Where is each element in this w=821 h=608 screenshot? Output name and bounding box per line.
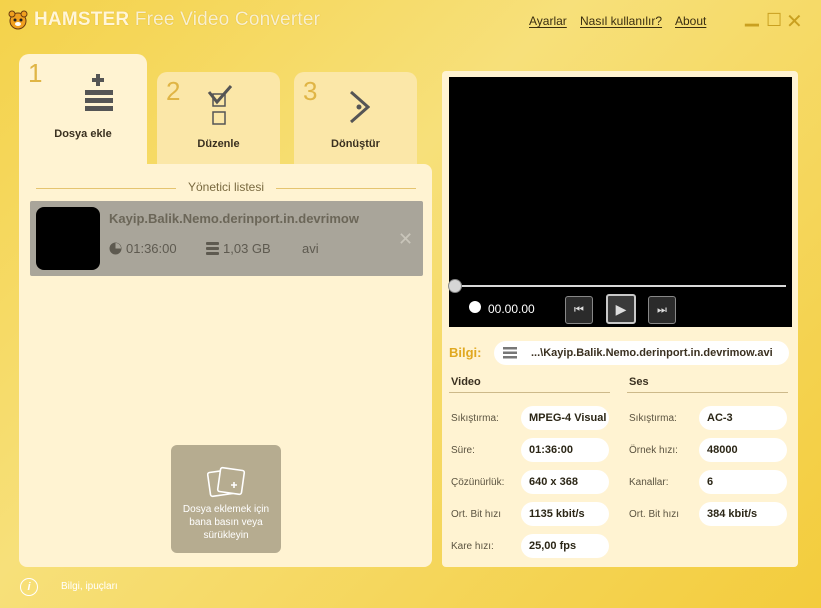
step-number: 2 (166, 76, 181, 106)
clock-icon (109, 242, 122, 255)
file-name: Kayip.Balik.Nemo.derinport.in.devrimow (109, 211, 359, 226)
about-link[interactable]: About (675, 14, 706, 28)
video-duration-field: 01:36:00 (521, 438, 609, 462)
divider (449, 392, 610, 393)
audio-samplerate-field: 48000 (699, 438, 787, 462)
video-compression-label: Sıkıştırma: (451, 413, 499, 424)
video-resolution-field: 640 x 368 (521, 470, 609, 494)
minimize-button[interactable]: ▁ (745, 6, 759, 27)
tab-label: Dosya ekle (54, 128, 112, 140)
playback-time: 00.00.00 (488, 302, 535, 316)
close-icon: ✕ (786, 11, 803, 33)
skip-back-icon: ⏮ (574, 304, 584, 316)
video-framerate-label: Kare hızı: (451, 541, 494, 552)
previous-button[interactable]: ⏮ (565, 296, 593, 324)
maximize-button[interactable]: ☐ (766, 10, 782, 31)
maximize-icon: ☐ (766, 10, 783, 30)
video-section-title: Video (451, 376, 481, 388)
divider (276, 188, 416, 189)
manager-list-title: Yönetici listesi (187, 180, 265, 194)
drop-zone-text: Dosya eklemek için bana basın veya sürük… (182, 504, 270, 541)
play-button[interactable]: ▶ (606, 294, 636, 324)
checkbox-icon (207, 85, 233, 125)
divider (627, 392, 788, 393)
video-duration-label: Süre: (451, 445, 475, 456)
add-files-icon (207, 466, 246, 498)
video-resolution-label: Çözünürlük: (451, 477, 505, 488)
close-icon: ✕ (398, 229, 414, 249)
database-icon (206, 242, 219, 255)
step-number: 3 (303, 76, 318, 106)
video-bitrate-field: 1135 kbit/s (521, 502, 609, 526)
audio-channels-field: 6 (699, 470, 787, 494)
how-to-link[interactable]: Nasıl kullanılır? (580, 14, 662, 28)
step-number: 1 (28, 58, 43, 88)
manager-list-header: Yönetici listesi (30, 180, 422, 196)
app-title: HAMSTER Free Video Converter (34, 9, 321, 30)
audio-bitrate-label: Ort. Bit hızı (629, 509, 680, 520)
video-compression-field: MPEG-4 Visual (521, 406, 609, 430)
file-path-field: ...\Kayip.Balik.Nemo.derinport.in.devrim… (494, 341, 789, 365)
minimize-icon: ▁ (745, 6, 759, 26)
tab-edit[interactable]: 2 Düzenle (157, 72, 280, 164)
audio-compression-field: AC-3 (699, 406, 787, 430)
convert-arrow-icon (350, 90, 370, 124)
audio-samplerate-label: Örnek hızı: (629, 445, 678, 456)
tab-label: Düzenle (197, 138, 240, 150)
video-framerate-field: 25,00 fps (521, 534, 609, 558)
audio-compression-label: Sıkıştırma: (629, 413, 677, 424)
audio-section-title: Ses (629, 376, 649, 388)
add-list-icon (85, 74, 113, 111)
next-button[interactable]: ⏭ (648, 296, 676, 324)
tab-add-files[interactable]: 1 Dosya ekle (19, 54, 147, 166)
video-bitrate-label: Ort. Bit hızı (451, 509, 502, 520)
title-bar: HAMSTER Free Video Converter Ayarlar Nas… (0, 0, 821, 44)
info-label: Bilgi: (449, 345, 482, 360)
video-thumbnail (36, 207, 100, 270)
file-path: ...\Kayip.Balik.Nemo.derinport.in.devrim… (531, 347, 773, 359)
video-preview[interactable] (449, 77, 792, 327)
clock-icon (469, 301, 481, 313)
close-button[interactable]: ✕ (786, 9, 803, 34)
seek-bar[interactable] (454, 285, 786, 287)
hints-text: Bilgi, ipuçları (61, 581, 118, 592)
audio-channels-label: Kanallar: (629, 477, 669, 488)
hamster-logo-icon (8, 10, 28, 30)
info-icon[interactable]: i (20, 578, 38, 596)
tab-convert[interactable]: 3 Dönüştür (294, 72, 417, 164)
seek-handle[interactable] (448, 279, 462, 293)
list-icon (503, 347, 517, 359)
settings-link[interactable]: Ayarlar (529, 14, 567, 28)
list-item[interactable]: Kayip.Balik.Nemo.derinport.in.devrimow 0… (30, 201, 423, 276)
file-format: avi (302, 241, 319, 256)
drop-zone-button[interactable]: Dosya eklemek için bana basın veya sürük… (171, 445, 281, 553)
skip-forward-icon: ⏭ (657, 304, 667, 316)
remove-file-button[interactable]: ✕ (398, 229, 413, 250)
file-duration: 01:36:00 (126, 241, 177, 256)
file-size: 1,03 GB (223, 241, 271, 256)
play-icon: ▶ (615, 301, 627, 317)
audio-bitrate-field: 384 kbit/s (699, 502, 787, 526)
tab-label: Dönüştür (331, 138, 380, 150)
